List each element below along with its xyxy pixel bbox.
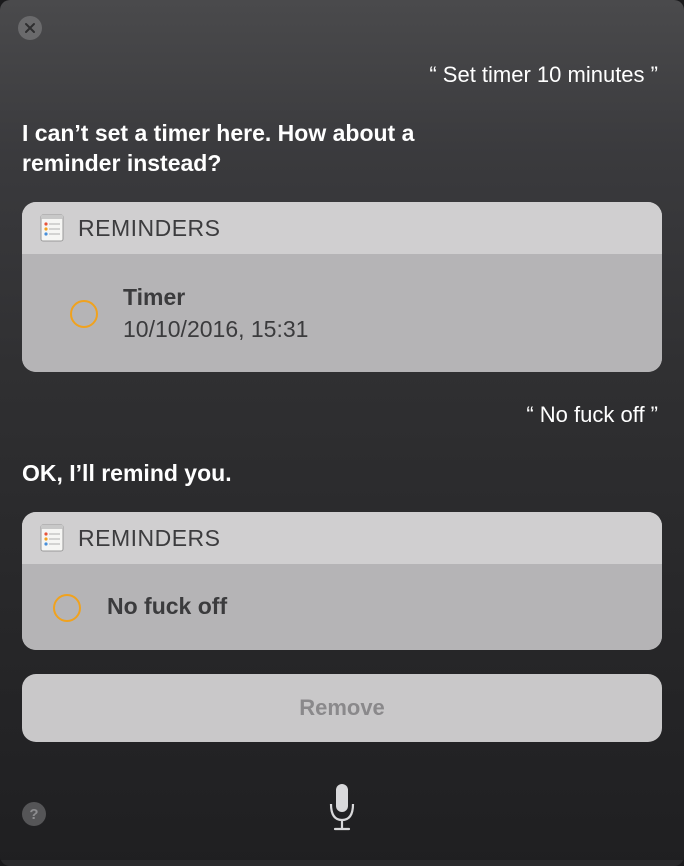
user-query-2: “ No fuck off ” [526,402,658,427]
remove-button[interactable]: Remove [22,674,662,742]
help-button[interactable]: ? [22,802,46,826]
close-icon [25,23,35,33]
reminder-checkbox[interactable] [53,594,81,622]
card-body: Timer 10/10/2016, 15:31 [22,254,662,372]
siri-reply-1: I can’t set a timer here. How about a re… [22,120,415,176]
card-body: No fuck off [22,564,662,650]
bottom-edge [0,860,684,866]
reminder-title: Timer [123,284,186,310]
reminder-card-2[interactable]: REMINDERS No fuck off [22,512,662,650]
reminders-app-icon [40,524,64,552]
microphone-icon[interactable] [328,782,356,832]
siri-reply-2: OK, I’ll remind you. [22,460,232,486]
reminder-card-1[interactable]: REMINDERS Timer 10/10/2016, 15:31 [22,202,662,372]
card-header: REMINDERS [22,202,662,254]
card-app-name: REMINDERS [78,524,221,551]
reminder-date: 10/10/2016, 15:31 [123,316,309,342]
card-header: REMINDERS [22,512,662,564]
reminder-title: No fuck off [107,593,228,619]
card-app-name: REMINDERS [78,214,221,241]
siri-panel: “ Set timer 10 minutes ” I can’t set a t… [0,0,684,866]
user-query-1: “ Set timer 10 minutes ” [429,62,658,87]
reminder-checkbox[interactable] [70,300,98,328]
reminders-app-icon [40,214,64,242]
close-button[interactable] [18,16,42,40]
